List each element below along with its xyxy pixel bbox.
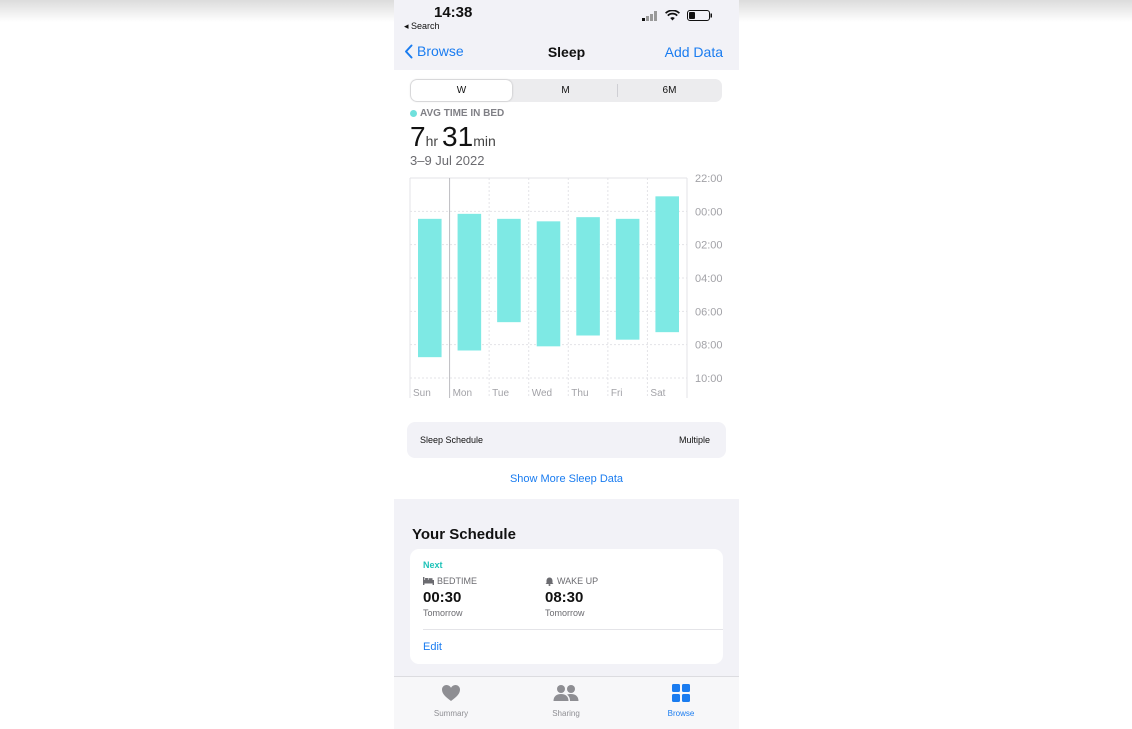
chart-bar (615, 218, 640, 340)
bedtime-column: BEDTIME 00:30 Tomorrow (423, 576, 477, 618)
people-icon (553, 685, 579, 701)
chart-bar (497, 218, 521, 323)
sleep-schedule-label: Sleep Schedule (420, 435, 484, 445)
status-icons (642, 10, 713, 21)
chart-y-tick-label: 22:00 (695, 173, 723, 185)
wifi-icon (665, 10, 680, 21)
wake-up-time: 08:30 (545, 589, 584, 606)
phone-screen: 14:38 ◂ Search Browse Sleep Add Data W M… (394, 0, 739, 729)
alarm-bell-icon (545, 577, 554, 586)
avg-time-in-bed-label: AVG TIME IN BED (410, 108, 504, 119)
grid-icon (672, 684, 690, 702)
wake-up-label: WAKE UP (557, 576, 599, 586)
status-time: 14:38 (434, 4, 473, 21)
tab-browse[interactable]: Browse (641, 684, 721, 718)
avg-hours: 7 (410, 121, 426, 152)
chart-x-tick-label: Thu (571, 388, 588, 399)
bed-icon (423, 577, 434, 585)
schedule-card: Next BEDTIME 00:30 Tomorrow WAKE UP 08:3… (410, 549, 723, 664)
tab-summary-label: Summary (433, 709, 469, 718)
chart-bar (457, 213, 482, 351)
avg-time-value: 7hr 31min (410, 121, 500, 153)
chart-y-tick-label: 06:00 (695, 306, 723, 318)
chart-x-tick-label: Wed (532, 388, 552, 399)
chart-x-tick-label: Tue (492, 388, 509, 399)
avg-minutes-unit: min (473, 133, 496, 149)
add-data-button[interactable]: Add Data (665, 44, 723, 60)
sleep-chart: 22:00 00:00 02:00 04:00 06:00 08:00 10:00 Sun Mo… (409, 173, 723, 399)
your-schedule-heading: Your Schedule (412, 526, 516, 543)
chart-y-tick-label: 02:00 (695, 240, 723, 252)
legend-dot (410, 110, 417, 117)
chart-x-tick-label: Sun (413, 388, 431, 399)
battery-icon (687, 10, 712, 21)
status-bar: 14:38 ◂ Search (394, 0, 739, 34)
chart-y-tick-label: 08:00 (695, 340, 723, 352)
avg-label-text: AVG TIME IN BED (420, 108, 505, 119)
tab-browse-label: Browse (667, 709, 695, 718)
tab-sharing[interactable]: Sharing (526, 684, 606, 718)
tab-summary[interactable]: Summary (411, 684, 491, 718)
chart-bar (655, 196, 679, 333)
wake-up-day: Tomorrow (545, 608, 585, 618)
bedtime-caption: BEDTIME (423, 576, 477, 586)
heart-icon (442, 685, 460, 701)
wake-up-column: WAKE UP 08:30 Tomorrow (545, 576, 598, 618)
chart-x-tick-label: Sat (650, 388, 665, 399)
wake-up-caption: WAKE UP (545, 576, 598, 586)
sleep-schedule-row[interactable]: Sleep Schedule Multiple (407, 422, 726, 458)
date-range: 3–9 Jul 2022 (410, 153, 485, 168)
avg-minutes: 31 (442, 121, 474, 152)
bedtime-day: Tomorrow (423, 608, 463, 618)
avg-hours-unit: hr (425, 133, 439, 149)
next-label: Next (423, 560, 443, 570)
chart-y-tick-label: 04:00 (695, 273, 723, 285)
segment-six-months[interactable]: 6M (618, 79, 721, 102)
chart-bar (418, 218, 442, 358)
chart-y-tick-label: 10:00 (695, 373, 723, 385)
edit-schedule-link[interactable]: Edit (423, 641, 442, 653)
tab-bar: Summary Sharing Browse (394, 676, 739, 729)
navigation-bar: Browse Sleep Add Data (394, 34, 739, 70)
signal-icon (642, 10, 657, 21)
bedtime-time: 00:30 (423, 589, 462, 606)
chart-y-tick-label: 00:00 (695, 206, 723, 218)
bedtime-label: BEDTIME (437, 576, 478, 586)
status-back-link[interactable]: ◂ Search (404, 21, 440, 32)
tab-sharing-label: Sharing (552, 709, 580, 718)
segment-month[interactable]: M (514, 79, 617, 102)
chart-bar (536, 221, 561, 347)
sleep-schedule-value: Multiple (678, 435, 710, 445)
show-more-sleep-data-link[interactable]: Show More Sleep Data (394, 473, 739, 485)
chart-x-tick-label: Fri (611, 388, 623, 399)
schedule-divider (423, 629, 723, 630)
period-segmented-control: W M 6M (410, 79, 722, 102)
chart-bar (576, 217, 600, 336)
segment-week[interactable]: W (411, 80, 512, 101)
chart-x-tick-label: Mon (453, 388, 472, 399)
